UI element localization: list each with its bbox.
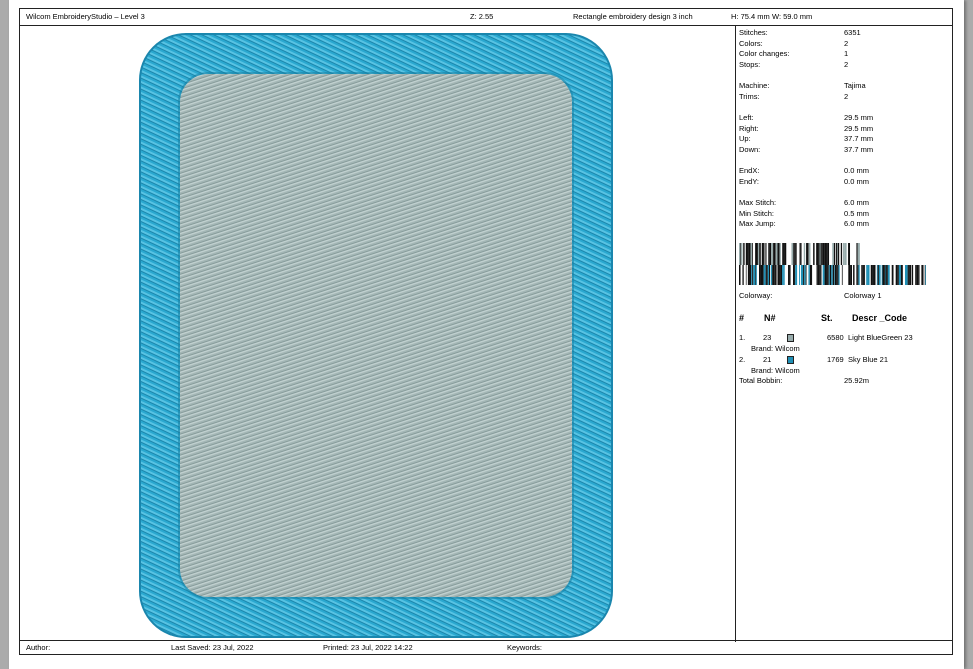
- last-saved: Last Saved: 23 Jul, 2022: [171, 643, 254, 652]
- stat-stops: Stops: 2: [739, 59, 849, 69]
- thread-swatch: [787, 356, 794, 364]
- worksheet-header: Wilcom EmbroideryStudio – Level 3 Z: 2.5…: [20, 9, 952, 26]
- worksheet-footer: Author: Last Saved: 23 Jul, 2022 Printed…: [20, 640, 952, 654]
- app-title: Wilcom EmbroideryStudio – Level 3: [26, 12, 145, 21]
- col-header-description: Descr _Code: [852, 313, 908, 323]
- total-bobbin: Total Bobbin: 25.92m: [739, 376, 870, 385]
- design-width: W: 59.0 mm: [772, 12, 813, 21]
- col-header-number: N#: [764, 313, 776, 323]
- stat-endy: EndY: 0.0 mm: [739, 176, 870, 186]
- embroidery-design-preview: [139, 33, 613, 638]
- design-height: H: 75.4 mm: [731, 12, 770, 21]
- zoom-level: Z: 2.55: [470, 12, 494, 21]
- colorway-row: Colorway: Colorway 1: [739, 291, 882, 300]
- stat-stitches: Stitches: 6351: [739, 28, 861, 37]
- stat-endx: EndX: 0.0 mm: [739, 166, 870, 175]
- color-sequence-barcode: [739, 243, 926, 285]
- stat-min-stitch: Min Stitch: 0.5 mm: [739, 208, 870, 218]
- author-label: Author:: [26, 643, 51, 652]
- stat-colors: Colors: 2: [739, 38, 849, 48]
- stat-max-jump: Max Jump: 6.0 mm: [739, 219, 870, 228]
- thread-swatch: [787, 334, 794, 342]
- design-name: Rectangle embroidery design 3 inch: [573, 12, 693, 21]
- panel-divider: [735, 26, 736, 642]
- stat-left: Left: 29.5 mm: [739, 113, 874, 122]
- stat-trims: Trims: 2: [739, 91, 849, 101]
- col-header-stitches: St.: [821, 313, 833, 323]
- stat-up: Up: 37.7 mm: [739, 134, 874, 143]
- stat-down: Down: 37.7 mm: [739, 144, 874, 154]
- stat-max-stitch: Max Stitch: 6.0 mm: [739, 198, 870, 207]
- col-header-index: #: [739, 313, 745, 323]
- print-preview-page: Wilcom EmbroideryStudio – Level 3 Z: 2.5…: [9, 0, 964, 669]
- worksheet: Wilcom EmbroideryStudio – Level 3 Z: 2.5…: [19, 8, 953, 655]
- stat-right: Right: 29.5 mm: [739, 123, 874, 133]
- fill-tatami: [180, 74, 572, 597]
- stat-machine: Machine: Tajima: [739, 81, 866, 90]
- keywords-label: Keywords:: [507, 643, 543, 652]
- stat-color-changes: Color changes: 1: [739, 49, 849, 58]
- printed-date: Printed: 23 Jul, 2022 14:22: [323, 643, 413, 652]
- design-info-panel: Stitches: 6351 Colors: 2 Color changes: 1 S…: [739, 28, 949, 640]
